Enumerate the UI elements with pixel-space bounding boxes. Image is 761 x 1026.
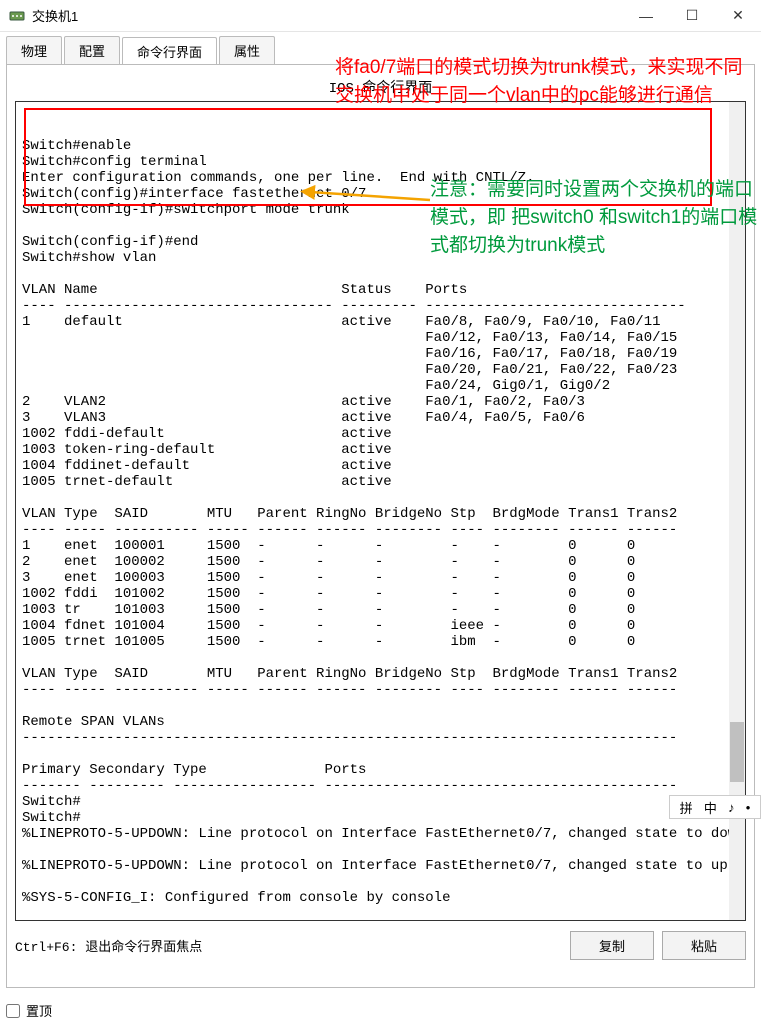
close-button[interactable]: ✕ [715,0,761,32]
ime-mode-icon[interactable]: 拼 [680,798,693,817]
pin-label: 置顶 [26,1001,52,1020]
footer: 置顶 [6,1001,52,1020]
window-title: 交换机1 [32,6,78,25]
pin-checkbox[interactable] [6,1004,20,1018]
window-controls: — ☐ ✕ [623,0,761,32]
cli-header: IOS 命令行界面 [15,73,746,101]
ime-toolbar[interactable]: 拼 中 ♪ • [669,795,761,819]
scroll-thumb[interactable] [730,722,744,782]
tab-cli[interactable]: 命令行界面 [122,37,217,65]
paste-button[interactable]: 粘贴 [662,931,746,960]
scroll-up-icon[interactable] [729,102,745,118]
tab-bar: 物理 配置 命令行界面 属性 [0,32,761,64]
ime-dot-icon[interactable]: • [746,800,751,815]
tab-config[interactable]: 配置 [64,36,120,64]
bottom-row: Ctrl+F6: 退出命令行界面焦点 复制 粘贴 [15,921,746,960]
cli-text: Switch#enable Switch#config terminal Ent… [22,138,745,906]
copy-button[interactable]: 复制 [570,931,654,960]
app-icon [8,7,26,25]
ime-lang-icon[interactable]: 中 [704,798,717,817]
maximize-button[interactable]: ☐ [669,0,715,32]
title-bar: 交换机1 — ☐ ✕ [0,0,761,32]
ime-music-icon[interactable]: ♪ [728,800,735,815]
tab-physical[interactable]: 物理 [6,36,62,64]
cli-output[interactable]: Switch#enable Switch#config terminal Ent… [15,101,746,921]
content-frame: IOS 命令行界面 Switch#enable Switch#config te… [6,64,755,988]
minimize-button[interactable]: — [623,0,669,32]
focus-hint: Ctrl+F6: 退出命令行界面焦点 [15,936,202,955]
tab-attrs[interactable]: 属性 [219,36,275,64]
